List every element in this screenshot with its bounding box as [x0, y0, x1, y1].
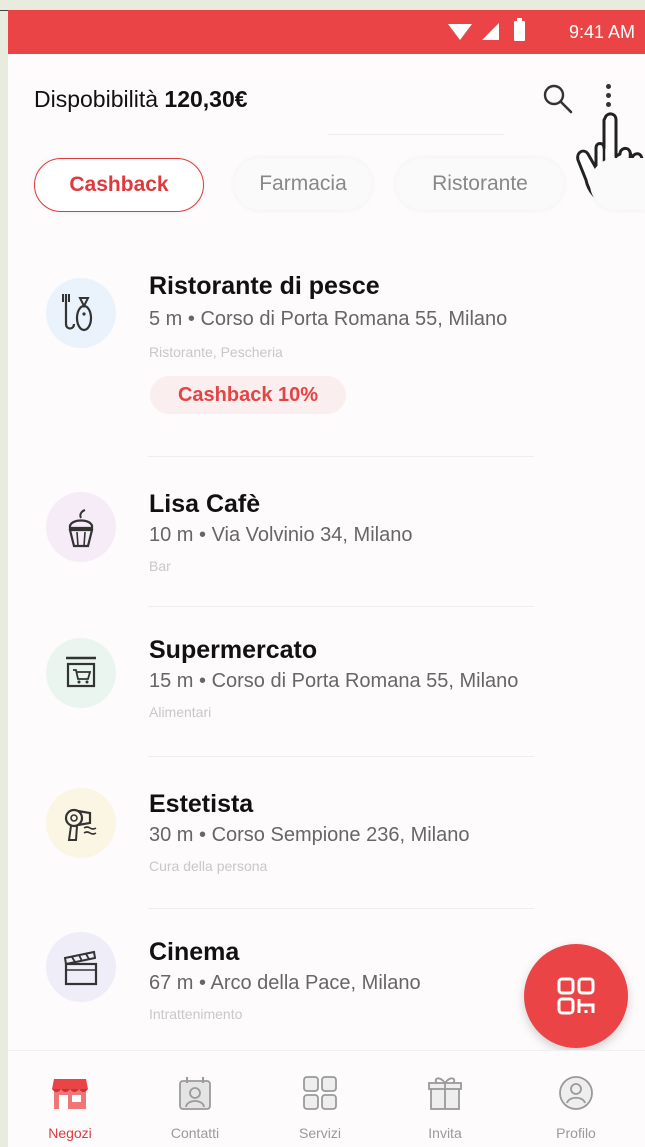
qr-code-icon [557, 977, 595, 1015]
dot [605, 84, 611, 89]
store-name: Supermercato [149, 636, 318, 664]
store-icon-box [46, 788, 116, 858]
balance: Dispobibilità 120,30€ [34, 86, 248, 113]
store-icon-box [46, 492, 116, 562]
chip-cashback[interactable]: Cashback [34, 158, 204, 212]
signal-icon [482, 23, 499, 40]
nav-profilo[interactable]: Profilo [526, 1051, 626, 1147]
dot [605, 93, 611, 98]
qr-scan-button[interactable] [524, 944, 628, 1048]
nav-label: Contatti [170, 1125, 220, 1141]
divider [148, 908, 534, 909]
bottom-navigation: Negozi Contatti Servizi Invita Profilo [8, 1050, 645, 1147]
balance-label: Dispobibilità [34, 86, 159, 112]
nav-label: Servizi [298, 1125, 341, 1141]
store-category: Alimentari [149, 704, 212, 720]
contacts-icon [179, 1077, 211, 1110]
hair-dryer-icon [64, 808, 97, 841]
services-grid-icon [303, 1076, 337, 1110]
store-category: Ristorante, Pescheria [149, 344, 283, 360]
store-address: 67 m • Arco della Pace, Milano [149, 972, 421, 994]
header-separator [328, 134, 504, 135]
clapperboard-icon [63, 950, 98, 986]
balance-value: 120,30€ [164, 86, 248, 112]
divider [148, 606, 534, 607]
battery-icon [514, 18, 525, 41]
chip-farmacia[interactable]: Farmacia [234, 158, 372, 210]
store-address: 15 m • Corso di Porta Romana 55, Milano [149, 670, 519, 692]
status-bar: 9:41 AM [8, 10, 645, 54]
phone-screen: 9:41 AM Dispobibilità 120,30€ Cashback F… [8, 10, 645, 1147]
nav-label: Negozi [48, 1125, 92, 1141]
nav-negozi[interactable]: Negozi [20, 1051, 120, 1147]
store-name: Ristorante di pesce [149, 272, 380, 300]
store-category: Bar [149, 558, 171, 574]
status-time: 9:41 AM [568, 22, 635, 42]
gift-icon [428, 1077, 462, 1110]
nav-label: Invita [428, 1125, 462, 1141]
divider [148, 756, 534, 757]
store-icon-box [46, 638, 116, 708]
fish-restaurant-icon [62, 294, 93, 332]
search-icon [543, 84, 573, 114]
store-icon-box [46, 278, 116, 348]
dot [605, 102, 611, 107]
store-address: 30 m • Corso Sempione 236, Milano [149, 824, 470, 846]
store-category: Cura della persona [149, 858, 268, 874]
store-address: 10 m • Via Volvinio 34, Milano [149, 524, 413, 546]
profile-icon [559, 1076, 593, 1110]
nav-invita[interactable]: Invita [395, 1051, 495, 1147]
store-category: Intrattenimento [149, 1006, 243, 1022]
chip-more[interactable] [590, 158, 645, 210]
nav-contatti[interactable]: Contatti [145, 1051, 245, 1147]
nav-label: Profilo [556, 1125, 596, 1141]
search-button[interactable] [540, 82, 574, 116]
store-name: Lisa Cafè [149, 490, 261, 518]
wifi-icon [448, 24, 472, 40]
nav-servizi[interactable]: Servizi [270, 1051, 370, 1147]
store-name: Estetista [149, 790, 254, 818]
cashback-badge: Cashback 10% [150, 376, 346, 414]
store-name: Cinema [149, 938, 240, 966]
store-icon [52, 1079, 88, 1109]
store-icon-box [46, 932, 116, 1002]
shop-cart-sign-icon [66, 656, 96, 688]
chip-ristorante[interactable]: Ristorante [396, 158, 564, 210]
divider [148, 456, 534, 457]
cupcake-icon [68, 509, 94, 548]
store-address: 5 m • Corso di Porta Romana 55, Milano [149, 308, 508, 330]
